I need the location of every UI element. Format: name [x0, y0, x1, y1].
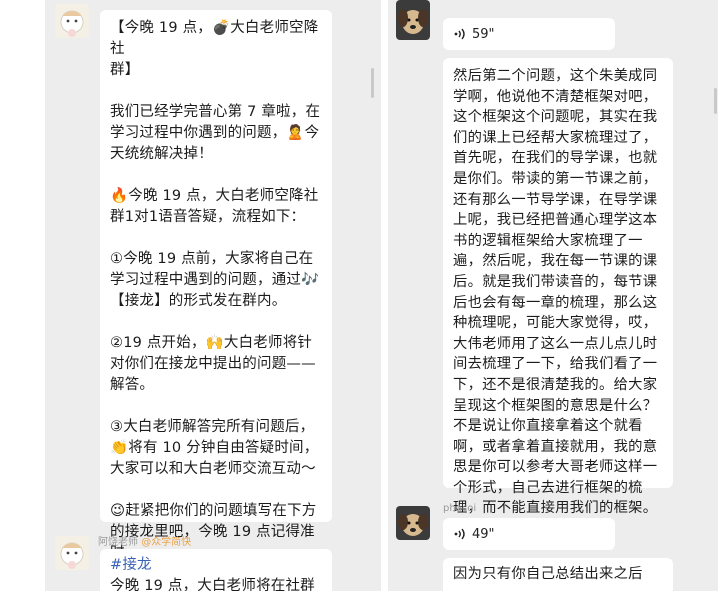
relay-partial-text: 今晚 19 点，大白老师将在社群 1: [110, 578, 315, 591]
dog-avatar-2[interactable]: [396, 506, 430, 540]
teacher-avatar-2[interactable]: [55, 536, 89, 570]
transcript-message-text: 然后第二个问题，这个朱美成同 学啊，他说他不清楚框架对吧， 这个框架这个问题呢，…: [453, 68, 658, 517]
sender-org-tag: @众学简快: [141, 537, 192, 548]
partial-message-text: 因为只有你自己总结出来之后: [453, 566, 643, 582]
right-chat-panel: 59" 然后第二个问题，这个朱美成同 学啊，他说他不清楚框架对吧， 这个框架这个…: [388, 0, 718, 591]
announcement-message-text: 【今晚 19 点，💣大白老师空降社 群】 我们已经学完普心第 7 章啦，在 学习…: [110, 20, 321, 582]
voice-wave-icon: [454, 28, 465, 40]
teacher-avatar[interactable]: [55, 4, 89, 38]
voice-message-2[interactable]: 49": [443, 518, 615, 550]
voice-duration-2: 49": [472, 526, 495, 542]
transcript-message-bubble[interactable]: 然后第二个问题，这个朱美成同 学啊，他说他不清楚框架对吧， 这个框架这个问题呢，…: [443, 58, 673, 516]
left-scrollbar-thumb[interactable]: [371, 68, 374, 98]
sender-name: 阿饶老师: [98, 537, 138, 548]
voice-wave-icon: [454, 528, 465, 540]
announcement-message-bubble[interactable]: 【今晚 19 点，💣大白老师空降社 群】 我们已经学完普心第 7 章啦，在 学习…: [100, 10, 332, 582]
voice-message-1[interactable]: 59": [443, 18, 615, 50]
panel-divider: [381, 0, 388, 591]
voice-duration-1: 59": [472, 26, 495, 42]
phacoi-sender-name: phacoi: [443, 503, 477, 514]
relay-message-bubble[interactable]: #接龙 今晚 19 点，大白老师将在社群 1: [100, 549, 332, 591]
right-scrollbar-thumb[interactable]: [714, 88, 717, 114]
partial-message-bubble[interactable]: 因为只有你自己总结出来之后: [443, 558, 673, 591]
sender-name-row: 阿饶老师 @众学简快: [98, 533, 191, 548]
relay-hashtag[interactable]: #接龙: [110, 555, 322, 576]
left-chat-panel: 【今晚 19 点，💣大白老师空降社 群】 我们已经学完普心第 7 章啦，在 学习…: [45, 0, 381, 591]
dog-avatar[interactable]: [396, 0, 430, 40]
